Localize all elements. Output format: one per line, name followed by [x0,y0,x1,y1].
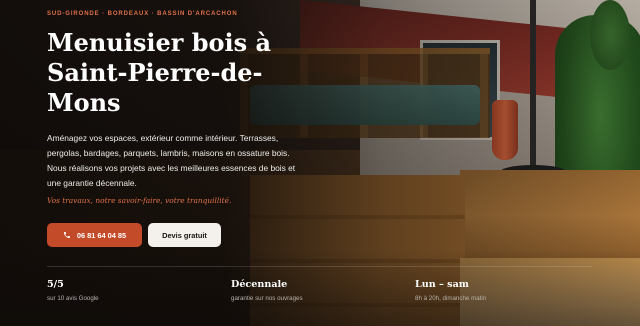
hero-lead: Aménagez vos espaces, extérieur comme in… [47,133,296,188]
hero-eyebrow: SUD-GIRONDE · BORDEAUX · BASSIN D'ARCACH… [47,11,238,17]
stats-divider [47,266,592,267]
hero-title: Menuisier bois à Saint-Pierre-de-Mons [47,28,272,117]
stat-label: garantie sur nos ouvrages [231,295,303,302]
hero-section: SUD-GIRONDE · BORDEAUX · BASSIN D'ARCACH… [0,0,640,326]
stat-label: 8h à 20h, dimanche matin [415,295,487,302]
quote-button-label: Devis gratuit [162,230,207,240]
stat-value: Lun – sam [415,279,469,290]
stat-value: 5/5 [47,279,64,290]
stat-warranty: Décennale garantie sur nos ouvrages [231,279,303,302]
stat-value: Décennale [231,279,288,290]
call-button-label: 06 81 64 04 85 [76,230,127,240]
call-button[interactable]: 06 81 64 04 85 [47,223,142,247]
hero-tagline: Vos travaux, notre savoir-faire, votre t… [47,196,232,205]
quote-button[interactable]: Devis gratuit [148,223,221,247]
stat-hours: Lun – sam 8h à 20h, dimanche matin [415,279,486,302]
phone-icon [63,232,70,238]
stat-rating: 5/5 sur 10 avis Google [47,279,99,302]
stat-label: sur 10 avis Google [47,295,99,302]
